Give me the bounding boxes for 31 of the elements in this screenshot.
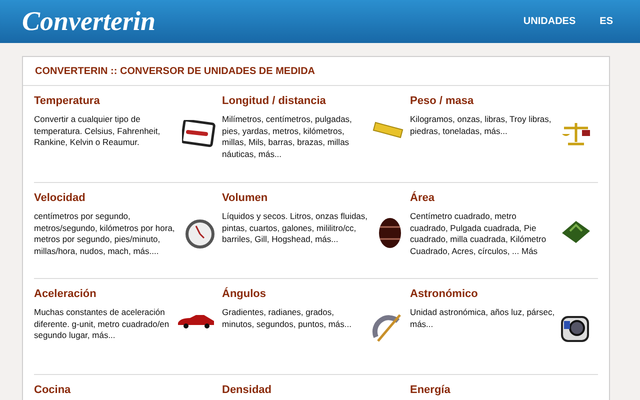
category-description: centímetros por segundo, metros/segundo, kilómetros por hora, metros por segundo, pies/minuto, millas/hora, nudos, mach, más....	[34, 211, 176, 257]
category-link[interactable]: Área	[410, 191, 598, 205]
category-description: Unidad astronómica, años luz, pársec, más...	[410, 307, 556, 330]
nav-link[interactable]: ES	[600, 14, 613, 29]
nav-link[interactable]: UNIDADES	[523, 14, 576, 29]
category-link[interactable]: Volumen	[222, 191, 410, 205]
category-description: Líquidos y secos. Litros, onzas fluidas, pintas, cuartos, galones, mililitro/cc, barriles, Gill, Hogshead, más...	[222, 211, 369, 246]
category-description: Centímetro cuadrado, metro cuadrado, Pulgada cuadrada, Pie cuadrado, milla cuadrada, Kilómetro Cuadrado, Acres, círculos, ... Más	[410, 211, 548, 257]
category-description: Kilogramos, onzas, libras, Troy libras, piedras, toneladas, más...	[410, 114, 552, 137]
category-link[interactable]: Velocidad	[34, 191, 222, 205]
protractor-icon	[372, 313, 404, 343]
car-icon	[176, 313, 216, 329]
category-description: Convertir a cualquier tipo de temperatura. Celsius, Fahrenheit, Rankine, Kelvin o Reaumur.	[34, 114, 162, 148]
category-link[interactable]: Densidad	[222, 383, 410, 397]
category-link[interactable]: Astronómico	[410, 287, 598, 301]
category-link[interactable]: Temperatura	[34, 94, 222, 108]
barrel-icon	[378, 217, 402, 249]
category-link[interactable]: Energía	[410, 383, 598, 397]
category-description: Muchas constantes de aceleración diferente. g-unit, metro cuadrado/en segundo lugar, más...	[34, 307, 170, 342]
category-link[interactable]: Ángulos	[222, 287, 410, 301]
category-link[interactable]: Longitud / distancia	[222, 94, 410, 108]
category-link[interactable]: Cocina	[34, 383, 222, 397]
category-description: Milímetros, centímetros, pulgadas, pies, yardas, metros, kilómetros, millas, Mils, barras, brazas, millas náuticas, más...	[222, 114, 353, 160]
category-description: Gradientes, radianes, grados, minutos, segundos, puntos, más...	[222, 307, 352, 330]
category-link[interactable]: Aceleración	[34, 287, 222, 301]
scale-icon	[560, 120, 592, 146]
panel-title: CONVERTERIN :: CONVERSOR DE UNIDADES DE MEDIDA	[35, 64, 316, 78]
stopwatch-icon	[184, 217, 216, 249]
category-link[interactable]: Peso / masa	[410, 94, 598, 108]
camera-icon	[560, 313, 592, 345]
logo[interactable]: Converterin	[22, 8, 156, 35]
